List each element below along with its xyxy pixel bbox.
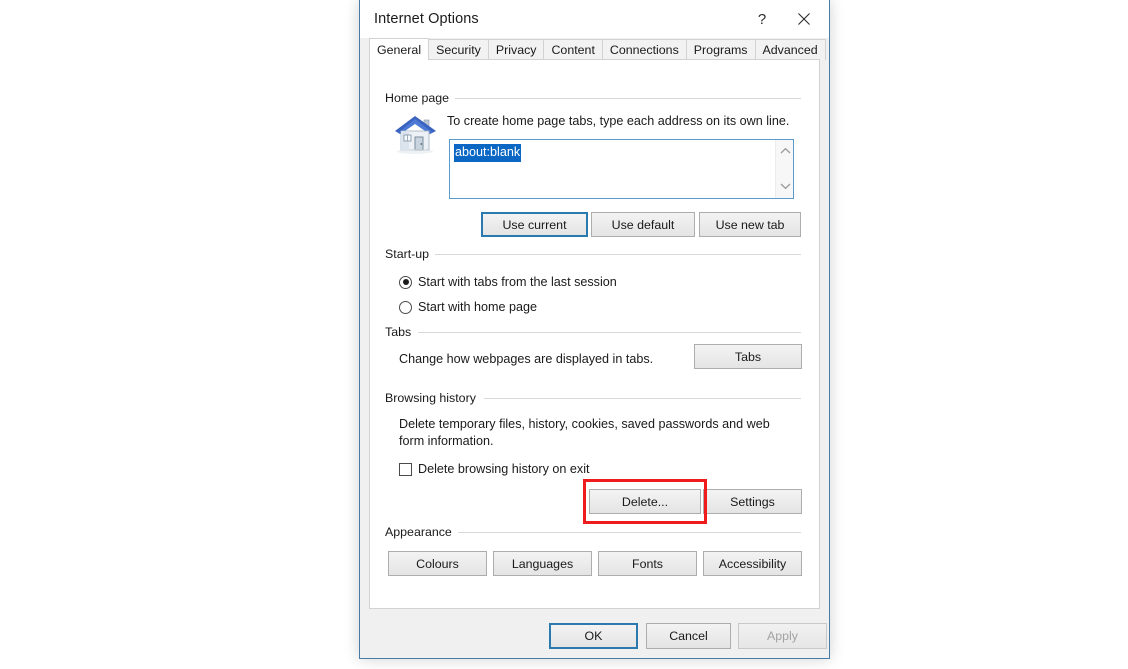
tabs-group-label: Tabs (385, 325, 418, 339)
tab-general[interactable]: General (369, 38, 430, 60)
title-bar-buttons: ? (741, 0, 825, 38)
checkbox-indicator (399, 462, 412, 476)
browsing-history-group-rule (484, 398, 801, 399)
tab-programs[interactable]: Programs (685, 39, 756, 60)
startup-group-label: Start-up (385, 247, 436, 261)
tab-strip: General Security Privacy Content Connect… (369, 38, 826, 60)
browsing-history-description-line2: form information. (399, 434, 494, 448)
languages-button[interactable]: Languages (493, 551, 592, 576)
window-title: Internet Options (374, 11, 479, 27)
accessibility-button[interactable]: Accessibility (703, 551, 802, 576)
home-page-description: To create home page tabs, type each addr… (447, 114, 790, 128)
tab-security[interactable]: Security (428, 39, 489, 60)
apply-button: Apply (738, 623, 827, 649)
delete-button[interactable]: Delete... (589, 489, 701, 514)
tabs-button[interactable]: Tabs (694, 344, 802, 369)
tab-advanced[interactable]: Advanced (754, 39, 826, 60)
home-page-input[interactable]: about:blank (449, 139, 794, 199)
browsing-history-group-label: Browsing history (385, 391, 482, 405)
use-current-button[interactable]: Use current (481, 212, 588, 237)
checkbox-label: Delete browsing history on exit (418, 462, 590, 476)
house-icon (392, 112, 440, 156)
appearance-group-rule (455, 532, 801, 533)
browsing-history-description-line1: Delete temporary files, history, cookies… (399, 417, 770, 431)
use-default-button[interactable]: Use default (591, 212, 695, 237)
tab-privacy[interactable]: Privacy (487, 39, 545, 60)
radio-label: Start with home page (418, 300, 538, 314)
radio-start-with-home-page[interactable]: Start with home page (399, 300, 537, 314)
home-page-group-rule (443, 98, 801, 99)
close-icon[interactable] (783, 4, 825, 34)
colours-button[interactable]: Colours (388, 551, 487, 576)
tabs-group-rule (418, 332, 801, 333)
tabs-description: Change how webpages are displayed in tab… (399, 352, 654, 366)
radio-label: Start with tabs from the last session (418, 275, 617, 289)
fonts-button[interactable]: Fonts (598, 551, 697, 576)
settings-button[interactable]: Settings (703, 489, 802, 514)
use-new-tab-button[interactable]: Use new tab (699, 212, 801, 237)
title-bar: Internet Options ? (360, 0, 829, 38)
chevron-up-icon[interactable] (776, 142, 794, 159)
radio-indicator (399, 300, 412, 314)
chevron-down-icon[interactable] (776, 177, 794, 194)
home-page-group-label: Home page (385, 91, 456, 105)
radio-start-with-tabs[interactable]: Start with tabs from the last session (399, 275, 617, 289)
delete-history-on-exit-checkbox[interactable]: Delete browsing history on exit (399, 462, 590, 476)
appearance-group-label: Appearance (385, 525, 458, 539)
help-glyph: ? (757, 10, 767, 28)
tab-content[interactable]: Content (543, 39, 603, 60)
radio-indicator (399, 275, 412, 289)
home-page-scrollbar[interactable] (775, 140, 793, 198)
startup-group-rule (432, 254, 801, 255)
tab-connections[interactable]: Connections (601, 39, 687, 60)
help-icon[interactable]: ? (741, 4, 783, 34)
home-page-value: about:blank (454, 144, 522, 162)
ok-button[interactable]: OK (549, 623, 638, 649)
cancel-button[interactable]: Cancel (646, 623, 731, 649)
